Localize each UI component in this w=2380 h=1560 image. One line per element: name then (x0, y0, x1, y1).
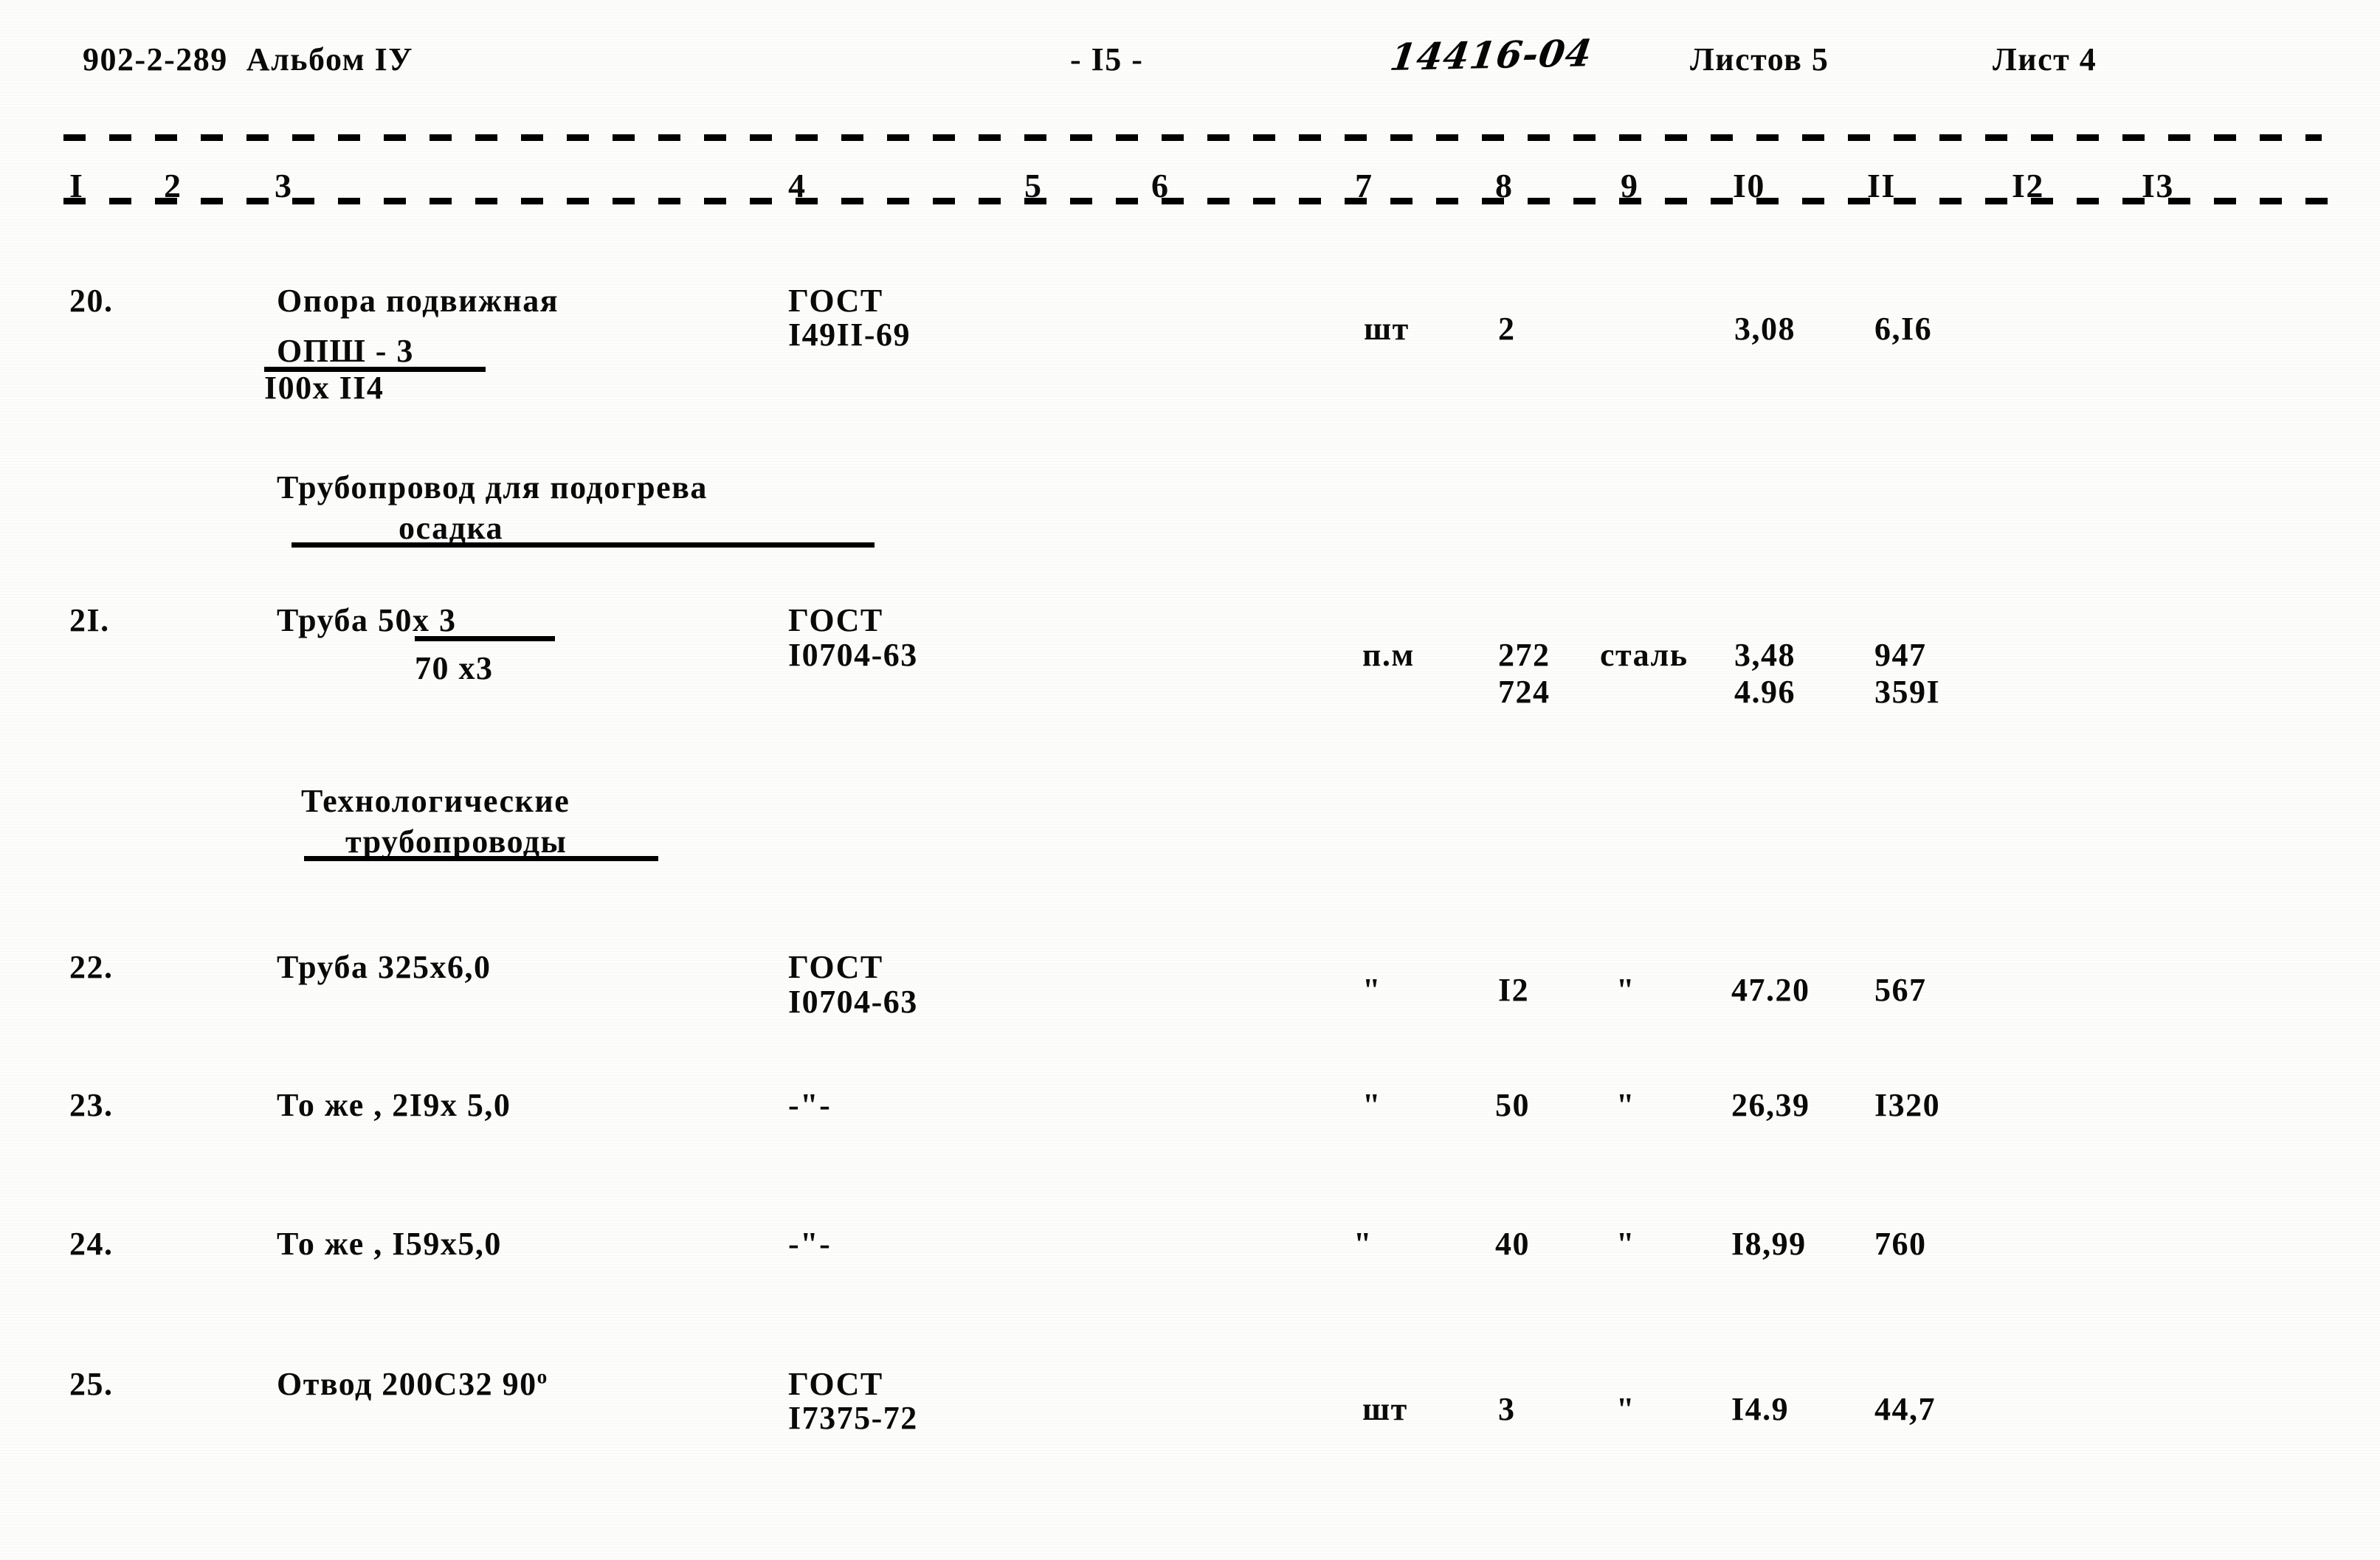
gost-ditto: -"- (788, 1087, 832, 1123)
quantity-value: 272 (1498, 637, 1551, 673)
section-heading-underline (304, 856, 658, 861)
section-heading-line2: осадка (399, 510, 504, 546)
total-weight-value: 947 (1874, 637, 1927, 673)
section-heading-line1: Трубопровод для подогрева (277, 469, 708, 505)
gost-label: ГОСТ (788, 602, 883, 638)
material-value: " (1616, 972, 1635, 1008)
row-number: 2I. (69, 602, 110, 638)
unit-weight-value-secondary: 4.96 (1734, 674, 1796, 710)
unit-value: шт (1362, 1391, 1408, 1427)
quantity-value: I2 (1498, 972, 1530, 1008)
row-number: 20. (69, 283, 114, 319)
quantity-value: 3 (1498, 1391, 1516, 1427)
total-weight-value: 567 (1874, 972, 1927, 1008)
unit-value: " (1362, 1087, 1382, 1123)
gost-label: ГОСТ (788, 949, 883, 985)
gost-label: ГОСТ (788, 1366, 883, 1402)
table-top-dashed-rule (63, 134, 2322, 141)
gost-number: I49II-69 (788, 317, 911, 353)
item-name-denominator: I00х II4 (264, 370, 384, 406)
unit-value: шт (1364, 311, 1410, 347)
total-weight-value: 760 (1874, 1226, 1927, 1262)
row-number: 23. (69, 1087, 114, 1123)
unit-weight-value: 47.20 (1731, 972, 1810, 1008)
item-name-numerator: ОПШ - 3 (277, 333, 414, 369)
page-marker: - I5 - (1070, 41, 1144, 77)
material-value: " (1616, 1087, 1635, 1123)
unit-weight-value: 3,08 (1734, 311, 1796, 347)
scan-noise-overlay (0, 0, 2380, 1560)
row-number: 25. (69, 1366, 114, 1402)
unit-weight-value: I4.9 (1731, 1391, 1790, 1427)
gost-label: ГОСТ (788, 283, 883, 319)
unit-weight-value: I8,99 (1731, 1226, 1807, 1262)
gost-number: I0704-63 (788, 984, 918, 1020)
unit-value: " (1362, 972, 1382, 1008)
gost-ditto: -"- (788, 1226, 832, 1262)
total-weight-value: 44,7 (1874, 1391, 1936, 1427)
section-heading-line1: Технологические (301, 783, 570, 819)
total-weight-value: 6,I6 (1874, 311, 1933, 347)
quantity-value: 50 (1495, 1087, 1530, 1123)
unit-value: " (1353, 1226, 1373, 1262)
quantity-value-secondary: 724 (1498, 674, 1551, 710)
item-name: То же , 2I9х 5,0 (277, 1087, 511, 1123)
sheets-total: Листов 5 (1690, 41, 1829, 77)
gost-number: I0704-63 (788, 637, 918, 673)
section-heading-line2: трубопроводы (345, 824, 568, 860)
item-name-underline (415, 636, 555, 641)
total-weight-value-secondary: 359I (1874, 674, 1941, 710)
document-code: 902-2-289 Альбом IУ (83, 41, 413, 77)
item-name: Труба 325х6,0 (277, 949, 491, 985)
item-name: То же , I59х5,0 (277, 1226, 502, 1262)
material-value: " (1616, 1226, 1635, 1262)
item-name-secondary: 70 х3 (415, 650, 494, 686)
table-header-dashed-rule (63, 198, 2328, 204)
unit-weight-value: 3,48 (1734, 637, 1796, 673)
row-number: 24. (69, 1226, 114, 1262)
item-name: Отвод 200С32 90о (277, 1365, 548, 1403)
quantity-value: 2 (1498, 311, 1516, 347)
section-heading-underline (292, 542, 875, 548)
gost-number: I7375-72 (788, 1400, 918, 1436)
unit-weight-value: 26,39 (1731, 1087, 1810, 1123)
item-name: Опора подвижная (277, 283, 559, 319)
item-name-text: Отвод 200С32 90 (277, 1366, 537, 1402)
material-value: " (1616, 1391, 1635, 1427)
sheet-current: Лист 4 (1993, 41, 2097, 77)
quantity-value: 40 (1495, 1226, 1530, 1262)
degree-superscript: о (537, 1365, 548, 1388)
row-number: 22. (69, 949, 114, 985)
item-name: Труба 50х 3 (277, 602, 457, 638)
material-value: сталь (1600, 637, 1689, 673)
total-weight-value: I320 (1874, 1087, 1941, 1123)
scanned-document-page: 902-2-289 Альбом IУ - I5 - 14416-04 Лист… (0, 0, 2380, 1560)
handwritten-code: 14416-04 (1387, 31, 1596, 80)
unit-value: п.м (1362, 637, 1415, 673)
